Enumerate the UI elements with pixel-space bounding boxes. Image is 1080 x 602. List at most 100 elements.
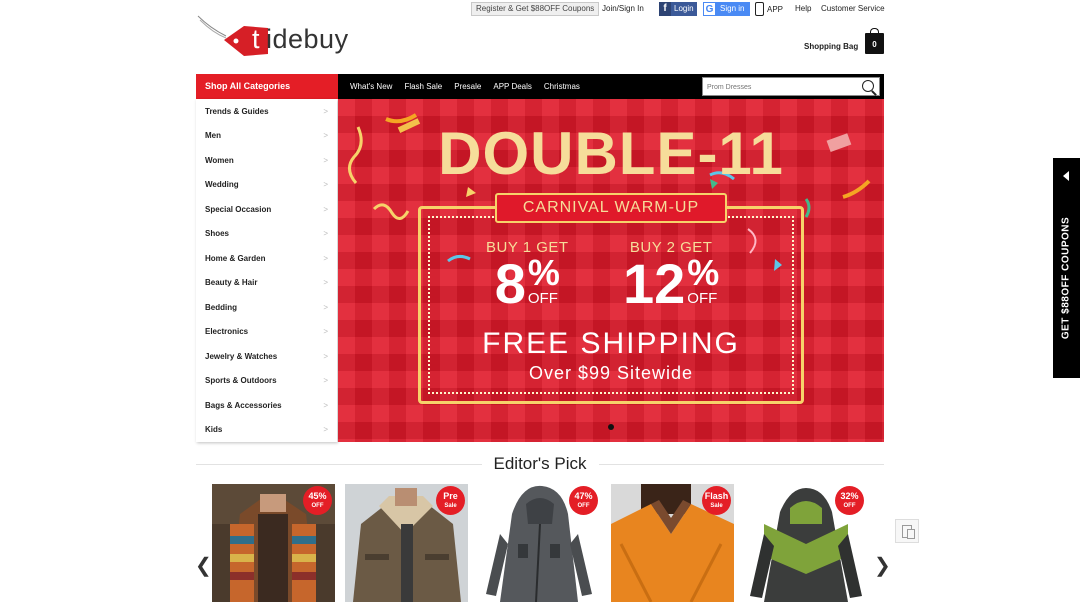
product-card[interactable]: 45% OFF xyxy=(212,484,335,602)
category-label: Electronics xyxy=(205,327,249,337)
category-home-garden[interactable]: Home & Garden > xyxy=(196,246,337,271)
chevron-right-icon: > xyxy=(323,155,328,165)
offer-1: BUY 1 GET 8% OFF xyxy=(486,239,569,312)
caret-left-icon xyxy=(1063,171,1069,181)
nav-flash-sale[interactable]: Flash Sale xyxy=(404,82,442,91)
top-bar: Register & Get $88OFF Coupons Join/Sign … xyxy=(0,0,1080,22)
search-icon[interactable] xyxy=(862,80,874,92)
product-card[interactable]: Flash Sale xyxy=(611,484,734,602)
nav-christmas[interactable]: Christmas xyxy=(544,82,580,91)
category-wedding[interactable]: Wedding > xyxy=(196,173,337,198)
category-label: Kids xyxy=(205,425,223,435)
category-bags-accessories[interactable]: Bags & Accessories > xyxy=(196,393,337,418)
category-women[interactable]: Women > xyxy=(196,148,337,173)
chevron-right-icon: > xyxy=(323,351,328,361)
category-trends-guides[interactable]: Trends & Guides > xyxy=(196,99,337,124)
category-special-occasion[interactable]: Special Occasion > xyxy=(196,197,337,222)
discount-badge: 32% OFF xyxy=(835,486,864,515)
google-signin-button[interactable]: G Sign in xyxy=(703,2,750,16)
shop-all-categories-button[interactable]: Shop All Categories xyxy=(196,74,338,99)
off-label: OFF xyxy=(687,290,718,307)
logo-wordmark: t idebuy xyxy=(252,24,349,55)
join-signin-link[interactable]: Join/Sign In xyxy=(602,4,644,13)
category-shoes[interactable]: Shoes > xyxy=(196,222,337,247)
chevron-right-icon: > xyxy=(323,400,328,410)
category-sports-outdoors[interactable]: Sports & Outdoors > xyxy=(196,369,337,394)
category-label: Home & Garden xyxy=(205,253,266,263)
chevron-right-icon: > xyxy=(323,204,328,214)
category-electronics[interactable]: Electronics > xyxy=(196,320,337,345)
category-label: Shoes xyxy=(205,229,230,239)
google-icon: G xyxy=(703,2,716,16)
main-nav: Shop All Categories What's New Flash Sal… xyxy=(196,74,884,99)
category-label: Wedding xyxy=(205,180,239,190)
hero-banner[interactable]: DOUBLE-11 CARNIVAL WARM-UP BUY 1 GET 8% O… xyxy=(338,99,884,442)
carousel-dot[interactable] xyxy=(608,424,614,430)
carousel-next-button[interactable]: ❯ xyxy=(874,553,891,578)
nav-whats-new[interactable]: What's New xyxy=(350,82,392,91)
flash-sale-badge: Flash Sale xyxy=(702,486,731,515)
chevron-right-icon: > xyxy=(323,229,328,239)
category-label: Special Occasion xyxy=(205,204,272,214)
google-signin-label: Sign in xyxy=(720,4,745,13)
category-label: Trends & Guides xyxy=(205,106,269,116)
editors-pick-label: Editor's Pick xyxy=(481,454,599,473)
coupon-side-tab[interactable]: GET $88OFF COUPONS xyxy=(1053,158,1080,378)
category-sidebar: Trends & Guides > Men > Women > Wedding > Sp… xyxy=(196,99,337,442)
search-input[interactable] xyxy=(707,80,855,94)
presale-badge: Pre Sale xyxy=(436,486,465,515)
offer-1-value: 8 xyxy=(494,252,526,315)
category-jewelry-watches[interactable]: Jewelry & Watches > xyxy=(196,344,337,369)
chevron-right-icon: > xyxy=(323,131,328,141)
category-label: Women xyxy=(205,155,234,165)
offer-2-value: 12 xyxy=(623,252,686,315)
chevron-right-icon: > xyxy=(323,106,328,116)
percent-sign: % xyxy=(527,252,560,293)
bag-count: 0 xyxy=(872,40,877,49)
percent-sign: % xyxy=(687,252,720,293)
facebook-icon: f xyxy=(659,2,671,16)
help-link[interactable]: Help xyxy=(795,4,811,13)
chevron-right-icon: > xyxy=(323,327,328,337)
facebook-login-button[interactable]: f Login xyxy=(659,2,697,16)
sitewide-text: Over $99 Sitewide xyxy=(528,363,694,383)
logo-rest: idebuy xyxy=(266,24,349,54)
off-label: OFF xyxy=(527,290,558,307)
facebook-login-label: Login xyxy=(674,4,694,13)
shopping-bag-label[interactable]: Shopping Bag xyxy=(804,42,858,51)
phone-icon xyxy=(755,2,764,16)
category-beauty-hair[interactable]: Beauty & Hair > xyxy=(196,271,337,296)
register-coupon-link[interactable]: Register & Get $88OFF Coupons xyxy=(471,2,600,16)
app-link[interactable]: APP xyxy=(755,2,783,16)
category-kids[interactable]: Kids > xyxy=(196,418,337,443)
category-men[interactable]: Men > xyxy=(196,124,337,149)
category-label: Men xyxy=(205,131,221,141)
chevron-right-icon: > xyxy=(323,425,328,435)
nav-app-deals[interactable]: APP Deals xyxy=(493,82,532,91)
category-label: Jewelry & Watches xyxy=(205,351,278,361)
nav-presale[interactable]: Presale xyxy=(454,82,481,91)
customer-service-link[interactable]: Customer Service xyxy=(821,4,885,13)
chevron-right-icon: > xyxy=(323,180,328,190)
search-box xyxy=(702,77,880,96)
shopping-bag-icon[interactable]: 0 xyxy=(865,28,884,54)
coupon-side-tab-label: GET $88OFF COUPONS xyxy=(1060,216,1072,340)
tag-logo-icon xyxy=(197,15,268,56)
free-shipping-text: FREE SHIPPING xyxy=(482,327,740,360)
product-card[interactable]: 32% OFF xyxy=(744,484,867,602)
category-bedding[interactable]: Bedding > xyxy=(196,295,337,320)
nav-links: What's New Flash Sale Presale APP Deals … xyxy=(350,74,580,99)
site-logo[interactable]: t idebuy xyxy=(196,14,356,58)
chevron-right-icon: > xyxy=(323,302,328,312)
banner-headline: DOUBLE-11 xyxy=(438,120,784,187)
editors-pick-title: Editor's Pick xyxy=(0,454,1080,474)
product-card[interactable]: 47% OFF xyxy=(478,484,601,602)
app-label: APP xyxy=(767,4,784,14)
product-card[interactable]: Pre Sale xyxy=(345,484,468,602)
chevron-right-icon: > xyxy=(323,278,328,288)
carousel-prev-button[interactable]: ❮ xyxy=(195,553,212,578)
chevron-right-icon: > xyxy=(323,376,328,386)
chevron-right-icon: > xyxy=(323,253,328,263)
category-label: Beauty & Hair xyxy=(205,278,258,288)
compare-icon[interactable] xyxy=(895,519,919,543)
